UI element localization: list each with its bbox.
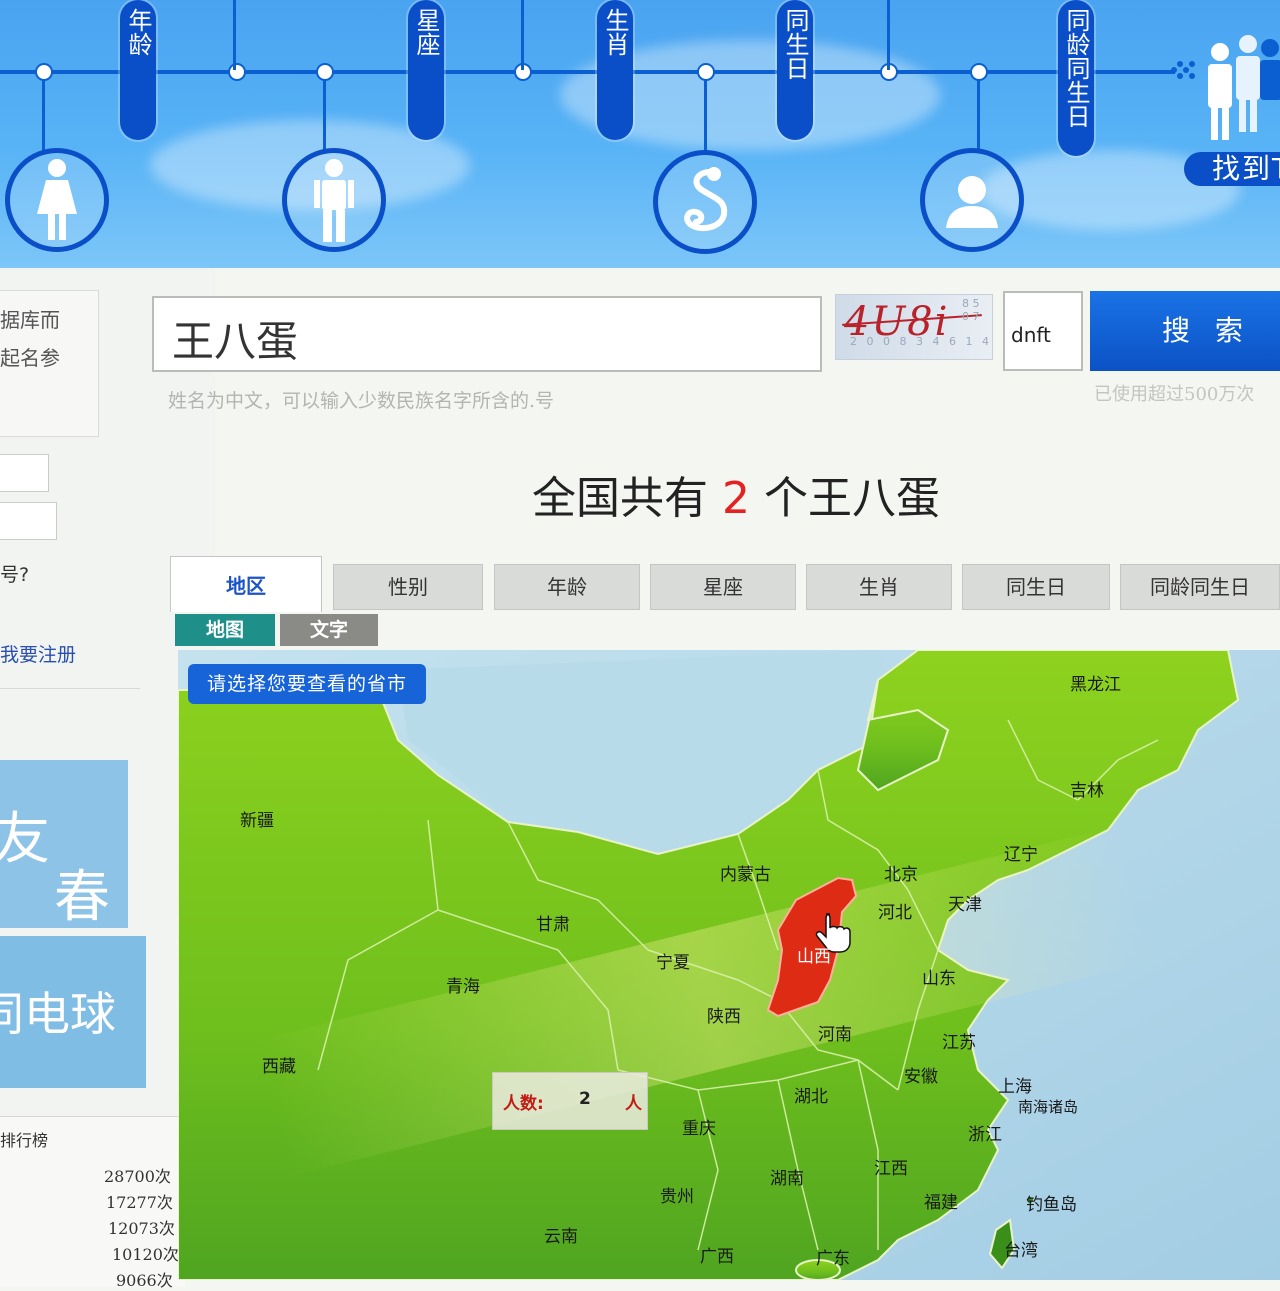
nav-pill-constellation[interactable]: 星座 <box>408 0 444 140</box>
tab-constellation[interactable]: 星座 <box>650 564 796 610</box>
province-label[interactable]: 河南 <box>818 1020 852 1045</box>
register-link[interactable]: 我要注册 <box>0 640 76 667</box>
nav-pill-age[interactable]: 年龄 <box>120 0 156 140</box>
count-value: 2 <box>579 1089 591 1109</box>
province-label-shanxi[interactable]: 山西 <box>797 942 831 967</box>
province-label[interactable]: 广西 <box>700 1242 734 1267</box>
header-banner: 年龄 星座 生肖 同生日 同龄同生日 找到T <box>0 0 1280 268</box>
password-field[interactable] <box>0 502 57 540</box>
tab-same-age-birthday[interactable]: 同龄同生日 <box>1120 564 1280 610</box>
subtab-map[interactable]: 地图 <box>175 614 275 646</box>
province-label[interactable]: 浙江 <box>968 1120 1002 1145</box>
promo-banner-2[interactable]: 同电球 <box>0 936 146 1088</box>
province-label[interactable]: 贵州 <box>660 1182 694 1207</box>
province-label[interactable]: 天津 <box>948 890 982 915</box>
intro-text-2: 起名参 <box>0 346 60 370</box>
user-icon[interactable] <box>920 148 1024 252</box>
province-label[interactable]: 西藏 <box>262 1052 296 1077</box>
province-label[interactable]: 南海诸岛 <box>1018 1096 1078 1117</box>
usage-text: 已使用超过500万次 <box>1094 384 1255 405</box>
ranking-box: 排行榜 28700次 17277次 12073次 10120次 9066次 <box>0 1116 185 1290</box>
nav-pill-same-age-birthday[interactable]: 同龄同生日 <box>1058 0 1094 156</box>
crowd-icon <box>1168 30 1280 150</box>
find-button[interactable]: 找到T <box>1184 152 1280 186</box>
nav-pill-zodiac[interactable]: 生肖 <box>597 0 633 140</box>
intro-text-1: 据库而 <box>0 308 60 332</box>
search-button[interactable]: 搜 索 <box>1090 291 1280 371</box>
province-label[interactable]: 黑龙江 <box>1070 670 1121 695</box>
timeline-node <box>697 63 715 81</box>
tab-gender[interactable]: 性别 <box>333 564 483 610</box>
timeline-line <box>0 70 1175 74</box>
promo-banner-1[interactable]: 友 春 <box>0 760 128 928</box>
tab-age[interactable]: 年龄 <box>494 564 640 610</box>
province-label[interactable]: 福建 <box>924 1188 958 1213</box>
female-icon[interactable] <box>5 148 109 252</box>
timeline-node <box>316 63 334 81</box>
ranking-item[interactable]: 10120次 <box>112 1241 179 1265</box>
ranking-item[interactable]: 28700次 <box>104 1163 171 1187</box>
map-hint: 请选择您要查看的省市 <box>188 664 426 704</box>
province-label[interactable]: 山东 <box>922 964 956 989</box>
province-label[interactable]: 钓鱼岛 <box>1026 1190 1077 1215</box>
province-label[interactable]: 内蒙古 <box>720 860 771 885</box>
timeline-node <box>228 63 246 81</box>
count-tooltip: 人数: 2 人 <box>492 1072 648 1130</box>
nav-pill-same-birthday[interactable]: 同生日 <box>777 0 813 140</box>
result-heading: 全国共有 2 个王八蛋 <box>532 473 940 524</box>
province-label[interactable]: 北京 <box>884 860 918 885</box>
province-label[interactable]: 宁夏 <box>656 948 690 973</box>
province-label[interactable]: 陕西 <box>707 1002 741 1027</box>
province-label[interactable]: 湖北 <box>794 1082 828 1107</box>
province-label[interactable]: 湖南 <box>770 1164 804 1189</box>
china-map[interactable] <box>178 650 1280 1280</box>
province-label[interactable]: 甘肃 <box>536 910 570 935</box>
province-label[interactable]: 云南 <box>544 1222 578 1247</box>
ranking-item[interactable]: 17277次 <box>106 1189 173 1213</box>
male-icon[interactable] <box>282 148 386 252</box>
tab-zodiac[interactable]: 生肖 <box>806 564 952 610</box>
province-label[interactable]: 重庆 <box>682 1114 716 1139</box>
snake-icon[interactable] <box>653 150 757 254</box>
subtab-text[interactable]: 文字 <box>280 614 378 646</box>
province-label[interactable]: 上海 <box>998 1072 1032 1097</box>
result-count: 2 <box>722 473 750 524</box>
province-label[interactable]: 广东 <box>816 1244 850 1269</box>
username-field[interactable] <box>0 454 49 492</box>
captcha-input[interactable]: dnft <box>1003 291 1083 371</box>
tab-region[interactable]: 地区 <box>170 556 322 612</box>
province-label[interactable]: 安徽 <box>904 1062 938 1087</box>
count-label: 人数: <box>503 1094 544 1114</box>
tab-same-birthday[interactable]: 同生日 <box>962 564 1110 610</box>
province-label[interactable]: 辽宁 <box>1004 840 1038 865</box>
province-label[interactable]: 新疆 <box>240 806 274 831</box>
timeline-node <box>970 63 988 81</box>
province-label[interactable]: 江西 <box>874 1154 908 1179</box>
ranking-title: 排行榜 <box>0 1131 49 1150</box>
name-search-input[interactable]: 王八蛋 <box>152 296 822 372</box>
province-label[interactable]: 青海 <box>446 972 480 997</box>
forgot-link[interactable]: 号? <box>0 560 29 587</box>
ranking-item[interactable]: 12073次 <box>108 1215 175 1239</box>
count-unit: 人 <box>625 1094 642 1114</box>
captcha-image[interactable]: 4U8i 2 0 0 8 3 4 6 1 4 8 5 0 7 <box>835 294 993 360</box>
province-label[interactable]: 江苏 <box>942 1028 976 1053</box>
province-label[interactable]: 台湾 <box>1004 1236 1038 1261</box>
stats-tabs: 地区 性别 年龄 星座 生肖 同生日 同龄同生日 <box>170 556 1280 612</box>
province-label[interactable]: 河北 <box>878 898 912 923</box>
search-hint: 姓名为中文，可以输入少数民族名字所含的.号 <box>168 390 555 412</box>
province-label[interactable]: 吉林 <box>1070 776 1104 801</box>
timeline-node <box>35 63 53 81</box>
ranking-item[interactable]: 9066次 <box>116 1267 173 1291</box>
